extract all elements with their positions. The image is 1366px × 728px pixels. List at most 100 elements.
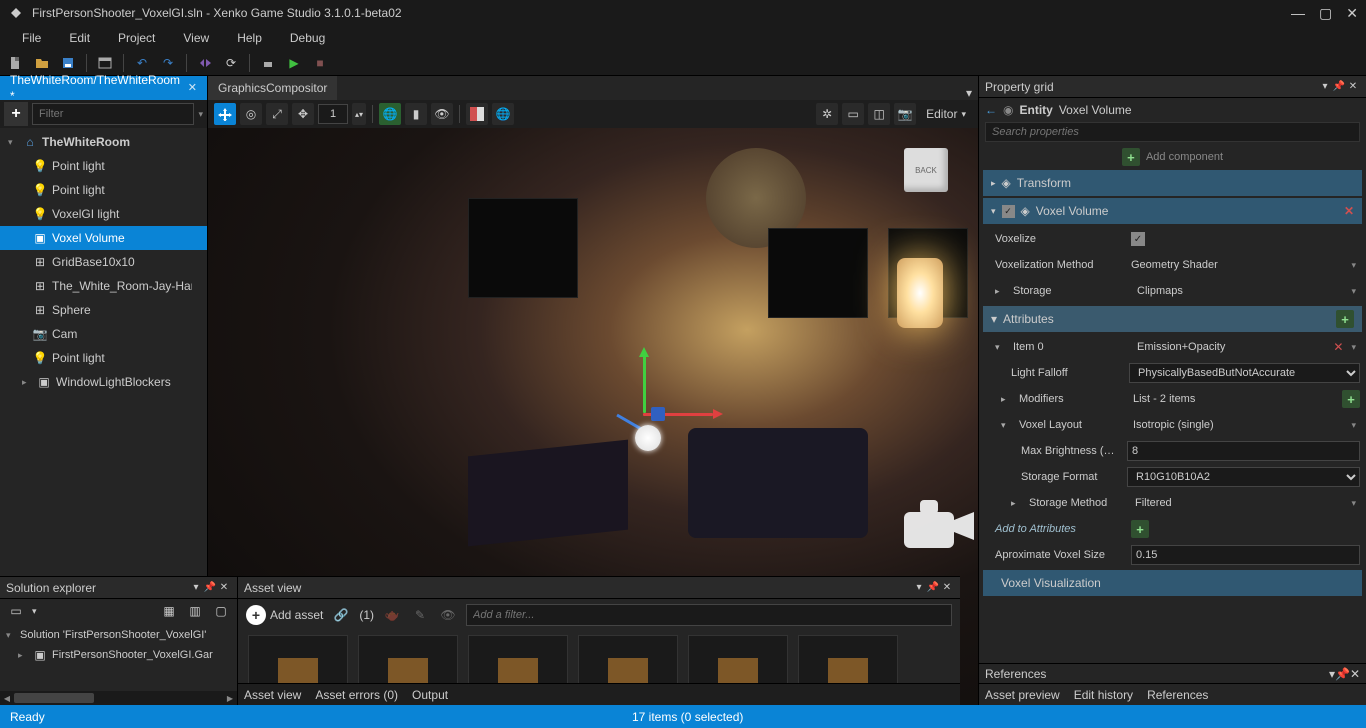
asset-thumbnail[interactable] — [578, 635, 678, 683]
prop-value[interactable]: Filtered — [1135, 497, 1347, 509]
prop-value[interactable]: Clipmaps — [1137, 285, 1347, 297]
attributes-header[interactable]: ▾ Attributes + — [983, 306, 1362, 332]
caret-icon[interactable]: ▸ — [1011, 498, 1023, 509]
add-entity-button[interactable]: + — [4, 102, 28, 126]
prop-value[interactable]: Geometry Shader — [1131, 259, 1347, 271]
tree-item[interactable]: 💡Point light — [0, 346, 207, 370]
maximize-icon[interactable]: ▢ — [1319, 5, 1332, 22]
sol-tool3-icon[interactable]: ▢ — [211, 601, 231, 621]
max-brightness-input[interactable] — [1127, 441, 1360, 461]
storage-format-select[interactable]: R10G10B10A2 — [1127, 467, 1360, 487]
build-icon[interactable] — [258, 53, 278, 73]
rect-icon[interactable]: ▭ — [842, 103, 864, 125]
asset-filter-input[interactable] — [466, 604, 952, 626]
component-checkbox[interactable]: ✓ — [1002, 205, 1015, 218]
reload-icon[interactable]: ⟳ — [221, 53, 241, 73]
asset-thumbnail[interactable] — [688, 635, 788, 683]
scale-gizmo-button[interactable]: ⤢ — [266, 103, 288, 125]
tab-close-icon[interactable]: ✕ — [188, 80, 197, 96]
solution-root[interactable]: ▾Solution 'FirstPersonShooter_VoxelGI' — [0, 625, 237, 645]
scroll-right-icon[interactable]: ▶ — [223, 691, 237, 705]
asset-link-icon[interactable]: 🔗 — [331, 605, 351, 625]
open-folder-icon[interactable] — [32, 53, 52, 73]
chevron-down-icon[interactable]: ▾ — [1347, 342, 1360, 353]
panel-close-icon[interactable]: ✕ — [1346, 81, 1360, 92]
section-transform[interactable]: ▸ ◈ Transform — [983, 170, 1362, 196]
approx-voxel-size-input[interactable] — [1131, 545, 1360, 565]
minimize-icon[interactable]: — — [1291, 5, 1305, 22]
light-falloff-select[interactable]: PhysicallyBasedButNotAccurate — [1129, 363, 1360, 383]
window-icon[interactable] — [95, 53, 115, 73]
tab-whiteroom[interactable]: TheWhiteRoom/TheWhiteRoom * ✕ — [0, 76, 207, 100]
orientation-cube[interactable]: BACK — [904, 148, 948, 192]
move-button[interactable]: ✥ — [292, 103, 314, 125]
scroll-thumb[interactable] — [14, 693, 94, 703]
eye-icon[interactable]: 👁 — [438, 605, 458, 625]
menu-file[interactable]: File — [8, 28, 55, 48]
add-attribute-icon[interactable]: + — [1336, 310, 1354, 328]
prop-value[interactable]: Emission+Opacity — [1137, 341, 1329, 353]
delete-item-icon[interactable]: ✕ — [1329, 340, 1347, 354]
tree-item-selected[interactable]: ▣Voxel Volume — [0, 226, 207, 250]
tab-asset-view[interactable]: Asset view — [244, 688, 301, 702]
menu-edit[interactable]: Edit — [55, 28, 104, 48]
tab-graphics-compositor[interactable]: GraphicsCompositor — [208, 76, 337, 100]
pin-icon[interactable]: 📌 — [1335, 667, 1350, 681]
pin-icon[interactable]: 📌 — [1332, 81, 1346, 92]
tree-item[interactable]: ⊞Sphere — [0, 298, 207, 322]
tree-root[interactable]: ▾ ⌂ TheWhiteRoom — [0, 130, 207, 154]
tab-edit-history[interactable]: Edit history — [1074, 688, 1133, 702]
panel-menu-icon[interactable]: ▾ — [189, 582, 203, 593]
editor-dropdown[interactable]: Editor ▾ — [920, 105, 972, 123]
tab-asset-errors[interactable]: Asset errors (0) — [315, 688, 398, 702]
asset-thumbnail[interactable] — [798, 635, 898, 683]
caret-icon[interactable]: ▾ — [1001, 420, 1013, 431]
tab-output[interactable]: Output — [412, 688, 448, 702]
caret-icon[interactable]: ▾ — [8, 137, 18, 148]
panel-menu-icon[interactable]: ▾ — [1318, 81, 1332, 92]
tree-item[interactable]: ▸▣WindowLightBlockers — [0, 370, 207, 394]
panel-close-icon[interactable]: ✕ — [217, 582, 231, 593]
caret-icon[interactable]: ▸ — [1001, 394, 1013, 405]
caret-icon[interactable]: ▸ — [995, 286, 1007, 297]
save-icon[interactable] — [58, 53, 78, 73]
voxelize-checkbox[interactable]: ✓ — [1131, 232, 1145, 246]
teapot-icon[interactable]: 🫖 — [382, 605, 402, 625]
back-arrow-icon[interactable]: ← — [985, 103, 997, 117]
redo-icon[interactable]: ↷ — [158, 53, 178, 73]
panel-toggle[interactable]: ▮ — [405, 103, 427, 125]
chevron-down-icon[interactable]: ▾ — [1347, 420, 1360, 431]
voxel-viz-header[interactable]: Voxel Visualization — [983, 570, 1362, 596]
panel-menu-icon[interactable]: ▾ — [912, 582, 926, 593]
pin-icon[interactable]: 📌 — [926, 582, 940, 593]
cog-icon[interactable]: ✲ — [816, 103, 838, 125]
asset-thumbnail[interactable] — [468, 635, 568, 683]
scroll-left-icon[interactable]: ◀ — [0, 691, 14, 705]
chevron-down-icon[interactable]: ▾ — [1347, 498, 1360, 509]
chevron-down-icon[interactable]: ▾ — [1347, 260, 1360, 271]
panel-close-icon[interactable]: ✕ — [940, 582, 954, 593]
tree-item[interactable]: ⊞GridBase10x10 — [0, 250, 207, 274]
chevron-down-icon[interactable]: ▾ — [32, 606, 37, 617]
tab-references[interactable]: References — [1147, 688, 1208, 702]
globe-blue-button[interactable]: 🌐 — [492, 103, 514, 125]
caret-icon[interactable]: ▸ — [18, 650, 28, 661]
tree-item[interactable]: 📷Cam — [0, 322, 207, 346]
add-modifier-icon[interactable]: + — [1342, 390, 1360, 408]
pencil-icon[interactable]: ✎ — [410, 605, 430, 625]
tree-item[interactable]: 💡VoxelGI light — [0, 202, 207, 226]
new-file-icon[interactable] — [6, 53, 26, 73]
tree-item[interactable]: ⊞The_White_Room-Jay-Hardy — [0, 274, 207, 298]
sol-collapse-icon[interactable]: ▭ — [6, 601, 26, 621]
snap-value-input[interactable] — [318, 104, 348, 124]
play-icon[interactable]: ▶ — [284, 53, 304, 73]
sol-tool1-icon[interactable]: ▦ — [159, 601, 179, 621]
split-red-button[interactable] — [466, 103, 488, 125]
property-search-input[interactable] — [985, 122, 1360, 142]
delete-component-icon[interactable]: ✕ — [1344, 204, 1354, 218]
caret-icon[interactable]: ▾ — [995, 342, 1007, 353]
filter-dropdown-icon[interactable]: ▾ — [198, 109, 203, 120]
tree-item[interactable]: 💡Point light — [0, 154, 207, 178]
section-voxel-volume[interactable]: ▾ ✓ ◈ Voxel Volume ✕ — [983, 198, 1362, 224]
asset-thumbnail[interactable] — [358, 635, 458, 683]
